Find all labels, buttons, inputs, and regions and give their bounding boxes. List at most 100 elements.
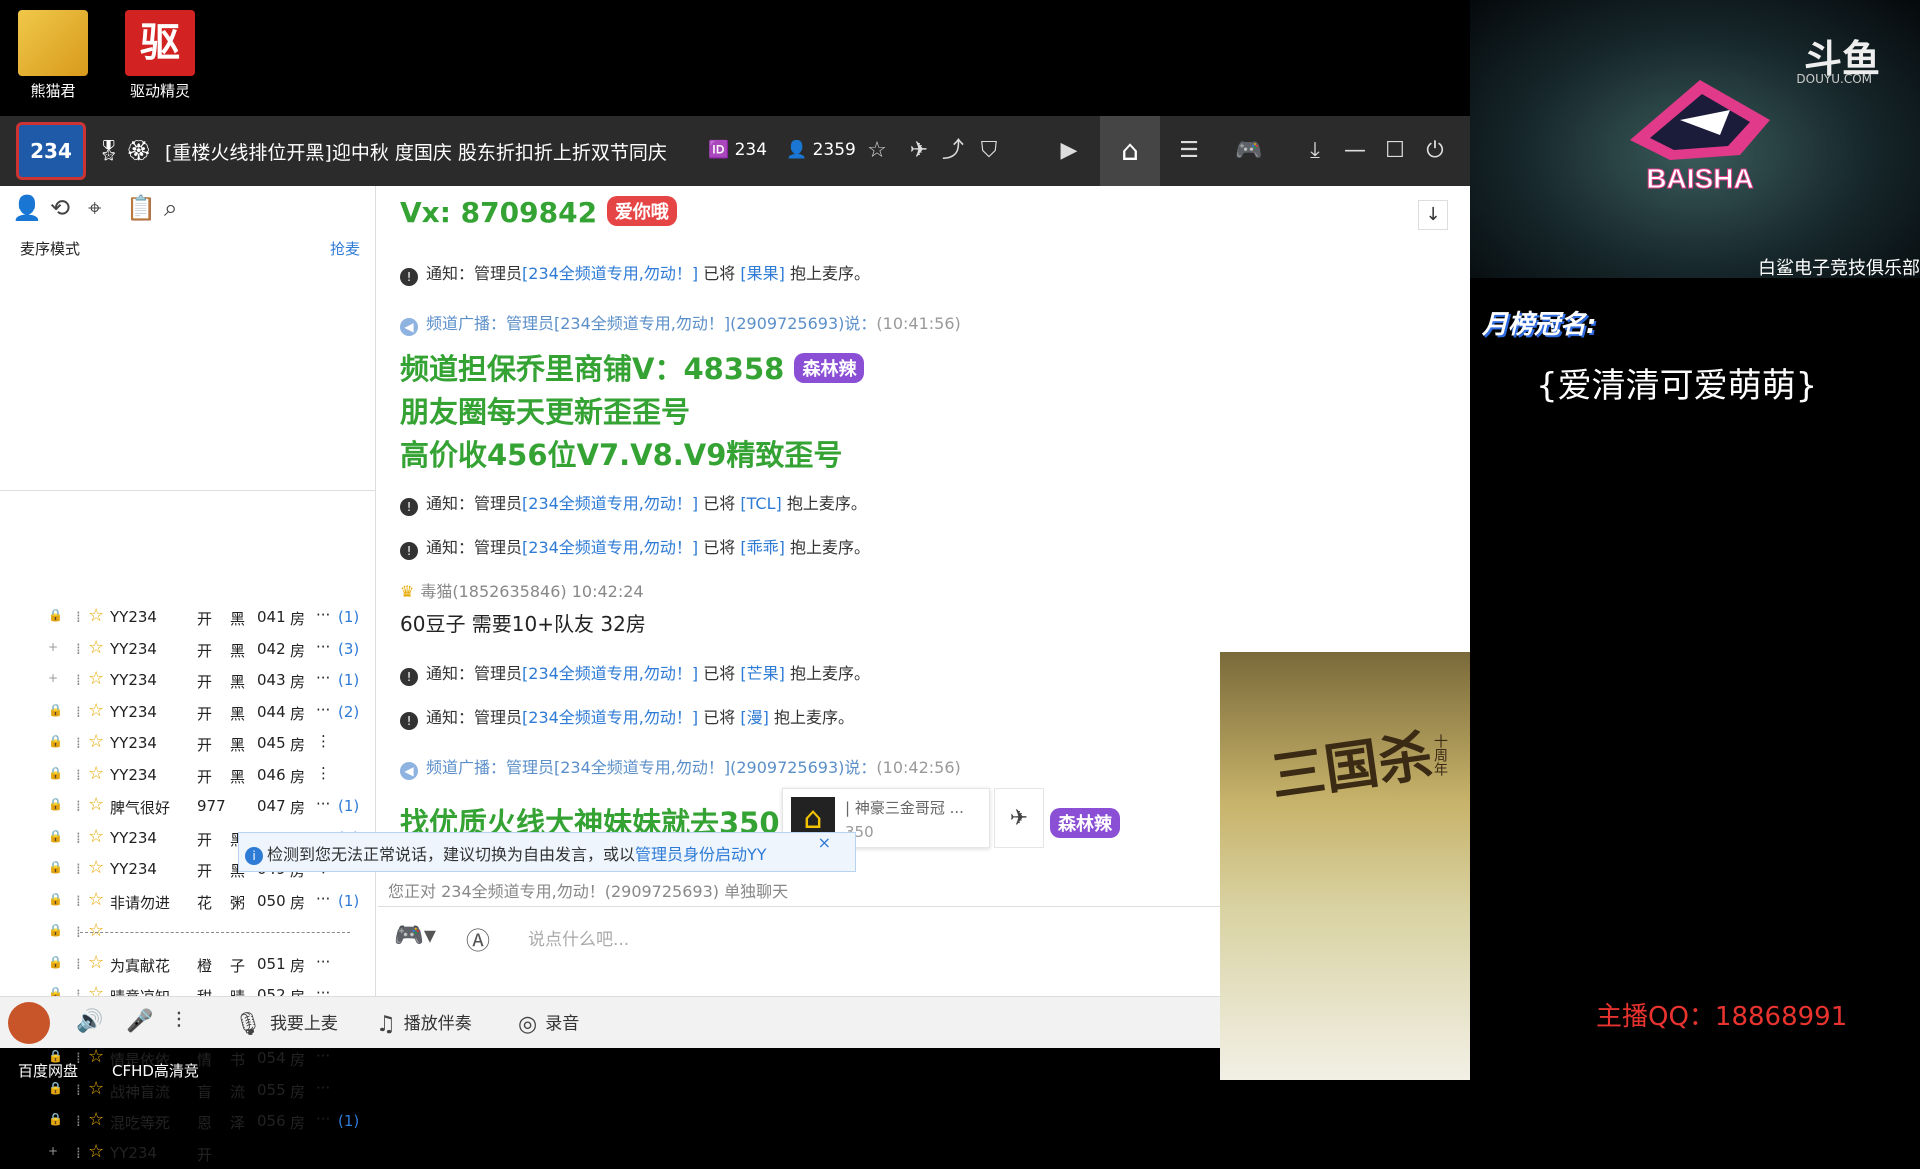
- notice-target-link[interactable]: [果果]: [740, 264, 785, 283]
- taskbar-item[interactable]: 百度网盘: [18, 1060, 78, 1081]
- desktop-icon-driver[interactable]: 驱 驱动精灵: [115, 10, 205, 101]
- notice-prefix: 通知：管理员: [426, 664, 523, 683]
- sliders-icon: ⫶: [176, 1009, 182, 1034]
- scroll-down-button[interactable]: ↓: [1418, 200, 1448, 230]
- broadcast-line: ◀ 频道广播：管理员[234全频道专用,勿动！](2909725693)说：(10…: [400, 310, 961, 336]
- admin-launch-link[interactable]: 管理员身份启动YY: [635, 845, 767, 864]
- more-icon[interactable]: ···: [316, 953, 330, 971]
- more-icon[interactable]: ···: [316, 669, 330, 687]
- room-list-item[interactable]: 🔒 ⁞ ☆ YY234 开黑 044 房 ··· (2): [0, 697, 375, 728]
- room-number: 055: [257, 1080, 286, 1099]
- mic-button[interactable]: 🎤: [126, 1009, 161, 1034]
- room-list-item[interactable]: 🔒 ⁞ ☆ YY234 开黑 046 房 ⋮: [0, 760, 375, 791]
- more-icon[interactable]: ···: [316, 795, 330, 813]
- channel-logo[interactable]: 234: [16, 122, 86, 180]
- speaker-button[interactable]: 🔊: [76, 1009, 111, 1034]
- gamepad-icon[interactable]: 🎮: [1232, 134, 1266, 168]
- room-user-count: (1): [338, 671, 360, 689]
- sidebar-toolbar: 👤 ⟲ ⌖ 📋 ⌕: [0, 186, 375, 236]
- maximize-icon[interactable]: ☐: [1378, 134, 1412, 168]
- more-icon[interactable]: ···: [316, 1047, 330, 1065]
- download-icon[interactable]: ⤓: [1298, 134, 1332, 168]
- emoji-gamepad-icon[interactable]: 🎮▾: [394, 921, 436, 949]
- text-style-icon[interactable]: Ⓐ: [466, 921, 490, 956]
- room-list-item[interactable]: + ⁞ ☆ YY234 开: [0, 1138, 375, 1169]
- refresh-icon[interactable]: ⟲: [50, 194, 88, 222]
- room-list-item[interactable]: + ⁞ ☆ YY234 开黑 043 房 ··· (1): [0, 665, 375, 696]
- arrow-down-icon: ↓: [1425, 204, 1441, 225]
- notice-prefix: 通知：管理员: [426, 708, 523, 727]
- video-icon[interactable]: ▶: [1052, 134, 1086, 168]
- notice-target-link[interactable]: [乖乖]: [740, 538, 785, 557]
- info-icon: i: [245, 847, 263, 865]
- send-plane-button[interactable]: ✈: [994, 788, 1044, 848]
- more-icon[interactable]: ···: [316, 606, 330, 624]
- more-icon[interactable]: ⋮: [316, 732, 331, 750]
- notice-admin-link[interactable]: [234全频道专用,勿动！]: [522, 538, 698, 557]
- room-list-item[interactable]: 🔒 ⁞ ☆ 为寘献花 橙子 051 房 ···: [0, 949, 375, 980]
- room-list-item[interactable]: 🔒 ⁞ ☆ 混吃等死 恩泽 056 房 ··· (1): [0, 1106, 375, 1137]
- room-list-item[interactable]: 🔒 ⁞ ☆ 非请勿进 花粥 050 房 ··· (1): [0, 886, 375, 917]
- share-icon[interactable]: ⤴: [936, 134, 970, 168]
- room-list-item[interactable]: 🔒 ⁞ ☆ YY234 开黑 045 房 ⋮: [0, 728, 375, 759]
- notice-admin-link[interactable]: [234全频道专用,勿动！]: [522, 664, 698, 683]
- desktop-icon-panda[interactable]: 熊猫君: [8, 10, 98, 101]
- room-number: 042: [257, 639, 286, 658]
- notice-line: ! 通知：管理员[234全频道专用,勿动！] 已将 [TCL] 抱上麦序。: [400, 490, 867, 516]
- request-mic-button[interactable]: 🎙 我要上麦: [234, 1009, 338, 1037]
- home-button[interactable]: ⌂: [1100, 116, 1160, 186]
- notice-target-link[interactable]: [漫]: [740, 708, 769, 727]
- room-list-item[interactable]: + ⁞ ☆ YY234 开黑 042 房 ··· (3): [0, 634, 375, 665]
- notice-target-link[interactable]: [芒果]: [740, 664, 785, 683]
- notice-admin-link[interactable]: [234全频道专用,勿动！]: [522, 708, 698, 727]
- star-icon[interactable]: ☆: [860, 134, 894, 168]
- list-icon[interactable]: ☰: [1172, 134, 1206, 168]
- room-tag: 开: [197, 862, 213, 880]
- mixer-button[interactable]: ⫶: [176, 1009, 190, 1034]
- notice-line: ! 通知：管理员[234全频道专用,勿动！] 已将 [果果] 抱上麦序。: [400, 260, 870, 286]
- notice-admin-link[interactable]: [234全频道专用,勿动！]: [522, 494, 698, 513]
- room-suffix: 房: [290, 673, 306, 691]
- room-user-count: (1): [338, 608, 360, 626]
- grab-mic-link[interactable]: 抢麦: [330, 238, 360, 259]
- game-ad-poster[interactable]: 三国杀 十周年: [1220, 652, 1470, 1080]
- room-name: YY234: [110, 860, 157, 878]
- divider: ⁞: [76, 1080, 81, 1099]
- plane-icon[interactable]: ✈: [902, 134, 936, 168]
- person-icon[interactable]: 👤: [12, 194, 50, 222]
- notice-target-link[interactable]: [TCL]: [740, 494, 781, 513]
- room-list-item[interactable]: 🔒 ⁞ ☆ YY234 开黑 041 房 ··· (1): [0, 602, 375, 633]
- notes-icon[interactable]: 📋: [126, 194, 164, 222]
- room-list-item[interactable]: 🔒 ⁞ ☆: [0, 917, 375, 948]
- more-icon[interactable]: ···: [316, 701, 330, 719]
- more-icon[interactable]: ···: [316, 1079, 330, 1097]
- close-notice-button[interactable]: ×: [818, 833, 831, 852]
- room-name: 脾气很好: [110, 799, 171, 817]
- minimize-icon[interactable]: —: [1338, 134, 1372, 168]
- taskbar-item[interactable]: CFHD高清竞: [112, 1060, 199, 1081]
- shield-icon[interactable]: ⛉: [972, 134, 1006, 168]
- more-icon[interactable]: ···: [316, 638, 330, 656]
- more-icon[interactable]: ···: [316, 1110, 330, 1128]
- sender-name[interactable]: 毒猫(1852635846): [420, 582, 566, 601]
- star-icon: ☆: [88, 825, 105, 847]
- room-tag: 开: [197, 767, 213, 786]
- notice-admin-link[interactable]: [234全频道专用,勿动！]: [522, 264, 698, 283]
- location-icon[interactable]: ⌖: [88, 194, 126, 222]
- room-tag: 开: [197, 1145, 213, 1164]
- power-icon[interactable]: ⏻: [1418, 134, 1452, 168]
- star-icon: ☆: [88, 951, 105, 973]
- room-name: YY234: [110, 639, 157, 658]
- record-button[interactable]: ◎ 录音: [518, 1009, 579, 1037]
- room-number: 051: [257, 954, 286, 973]
- link-card-title: | 神豪三金哥冠 ...: [845, 799, 964, 817]
- chat-input[interactable]: 说点什么吧...: [528, 925, 629, 950]
- more-icon[interactable]: ⋮: [316, 764, 331, 782]
- search-icon[interactable]: ⌕: [164, 194, 202, 222]
- more-icon[interactable]: ···: [316, 890, 330, 908]
- room-list-item[interactable]: 🔒 ⁞ ☆ 脾气很好 977 047 房 ··· (1): [0, 791, 375, 822]
- room-name: YY234: [110, 765, 157, 784]
- avatar[interactable]: [8, 1002, 50, 1044]
- play-music-button[interactable]: ♫ 播放伴奏: [376, 1009, 472, 1037]
- star-icon: ☆: [88, 794, 105, 815]
